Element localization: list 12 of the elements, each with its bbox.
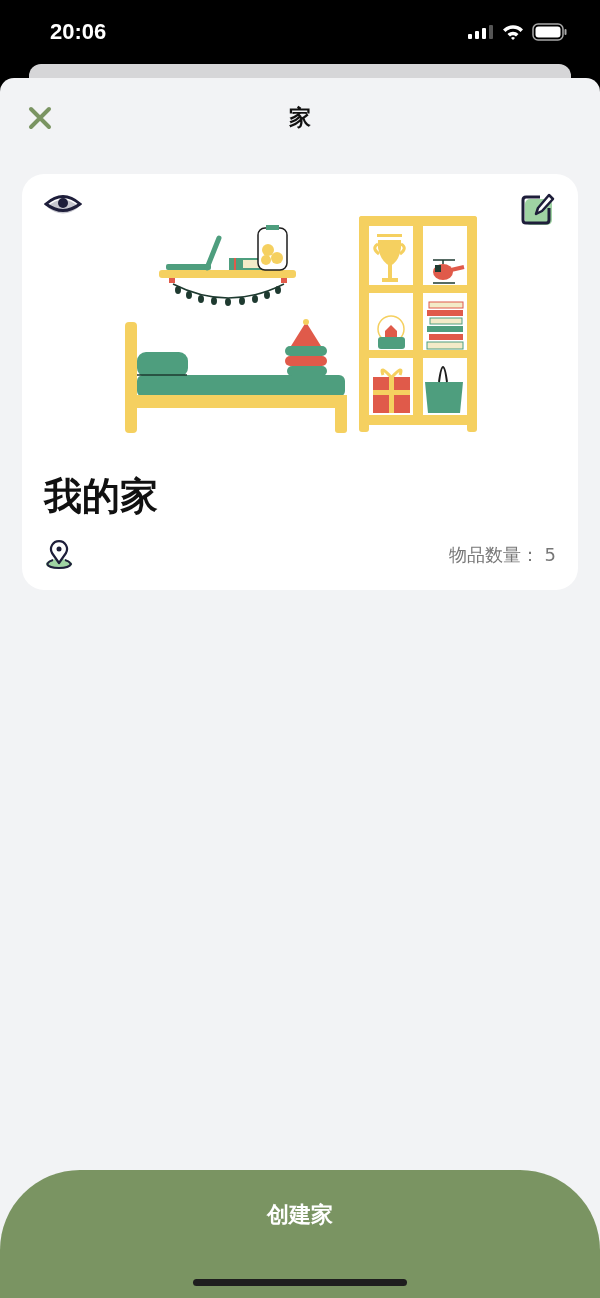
home-card[interactable]: 我的家 物品数量： 5 <box>22 174 578 590</box>
edit-icon[interactable] <box>520 192 556 228</box>
signal-icon <box>468 24 494 40</box>
item-count: 物品数量： 5 <box>448 543 556 567</box>
home-name: 我的家 <box>44 473 159 520</box>
close-icon <box>28 106 52 130</box>
location-pin-icon <box>44 540 74 570</box>
wifi-icon <box>502 24 524 40</box>
status-time: 20:06 <box>50 19 107 45</box>
close-button[interactable] <box>26 104 54 132</box>
battery-icon <box>532 23 568 41</box>
header-title: 家 <box>289 104 311 132</box>
